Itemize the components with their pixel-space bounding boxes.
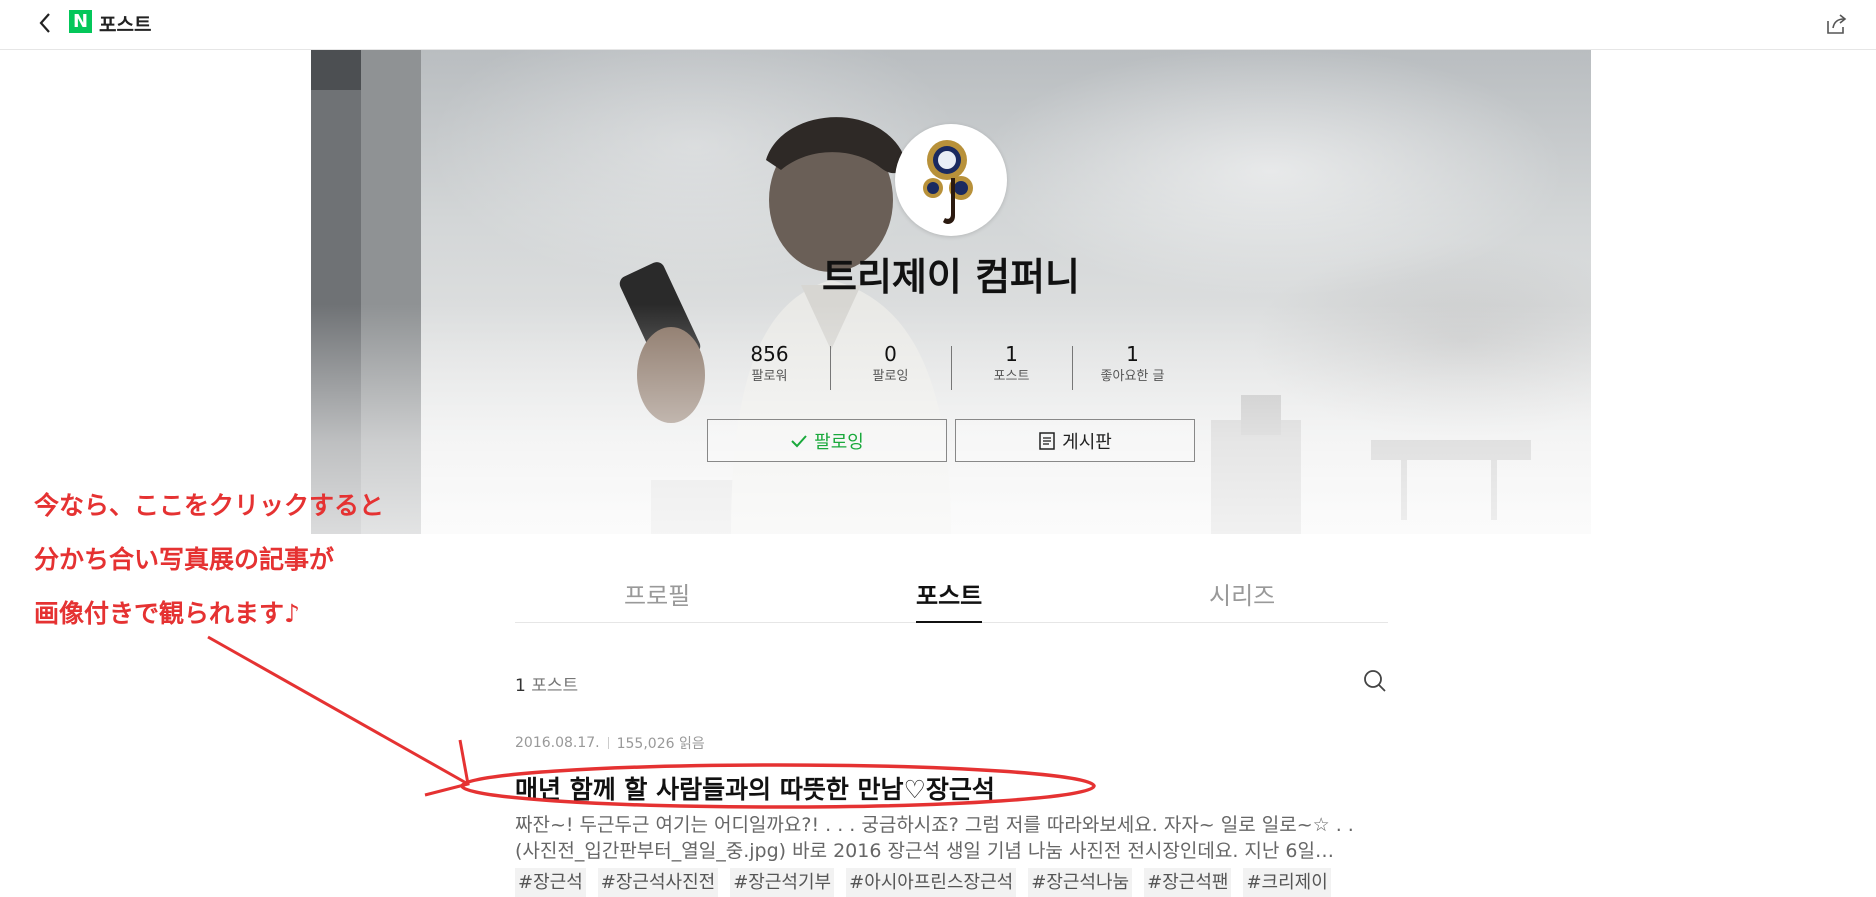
- tag-chip[interactable]: #크리제이: [1243, 868, 1331, 897]
- channel-stats: 856 팔로워 0 팔로잉 1 포스트 1 좋아요한 글: [709, 342, 1193, 392]
- top-bar: N 포스트: [0, 0, 1876, 50]
- channel-cover: 트리제이 컴퍼니 856 팔로워 0 팔로잉 1 포스트 1 좋아요한 글 팔로…: [311, 50, 1591, 534]
- channel-name: 트리제이 컴퍼니: [822, 255, 1080, 299]
- tag-chip[interactable]: #아시아프린스장근석: [846, 868, 1017, 897]
- channel-logo-icon: [923, 140, 973, 224]
- post-excerpt-line: 짜잔~! 두근두근 여기는 어디일까요?! . . . 궁금하시죠? 그럼 저를…: [515, 814, 1354, 836]
- post-meta: 2016.08.17. 155,026 읽음: [515, 733, 705, 753]
- post-excerpt[interactable]: 짜잔~! 두근두근 여기는 어디일까요?! . . . 궁금하시죠? 그럼 저를…: [515, 812, 1395, 864]
- channel-avatar[interactable]: [895, 124, 1007, 236]
- stat-label: 포스트: [993, 369, 1030, 384]
- post-date: 2016.08.17.: [515, 735, 600, 751]
- stat-value: 856: [750, 342, 789, 366]
- post-title[interactable]: 매년 함께 할 사람들과의 따뜻한 만남♡장근석: [515, 770, 995, 806]
- post-count-label: 포스트: [531, 676, 579, 696]
- board-button[interactable]: 게시판: [955, 419, 1195, 462]
- post-excerpt-line: (사진전_입간판부터_열일_중.jpg) 바로 2016 장근석 생일 기념 나…: [515, 840, 1334, 862]
- following-button[interactable]: 팔로잉: [707, 419, 947, 462]
- annotation-arrow: [207, 635, 469, 786]
- annotation-arrow-head: [424, 739, 470, 797]
- stat-value: 0: [884, 342, 897, 366]
- tag-chip[interactable]: #장근석기부: [730, 868, 835, 897]
- tag-chip[interactable]: #장근석팬: [1144, 868, 1232, 897]
- stat-label: 팔로잉: [872, 369, 909, 384]
- stat-value: 1: [1005, 342, 1018, 366]
- tag-chip[interactable]: #장근석나눔: [1028, 868, 1133, 897]
- channel-tabs: 프로필 포스트 시리즈: [515, 578, 1388, 623]
- annotation-line: 画像付きで観られます♪: [34, 599, 300, 628]
- annotation-line: 分かち合い写真展の記事が: [34, 545, 335, 574]
- stat-value: 1: [1126, 342, 1139, 366]
- tag-chip[interactable]: #장근석사진전: [597, 868, 719, 897]
- cover-fade: [311, 304, 1591, 534]
- tab-profile[interactable]: 프로필: [624, 578, 690, 621]
- stat-posts[interactable]: 1 포스트: [951, 342, 1072, 392]
- post-tags: #장근석 #장근석사진전 #장근석기부 #아시아프린스장근석 #장근석나눔 #장…: [515, 868, 1331, 897]
- naver-logo[interactable]: N: [69, 10, 92, 33]
- app-title[interactable]: 포스트: [99, 10, 151, 37]
- back-icon[interactable]: [30, 8, 60, 38]
- tab-posts[interactable]: 포스트: [916, 578, 983, 623]
- meta-divider: [607, 737, 609, 749]
- stat-label: 팔로워: [751, 369, 788, 384]
- post-count: 1 포스트: [515, 671, 578, 696]
- following-button-label: 팔로잉: [814, 431, 864, 453]
- post-reads: 155,026 읽음: [616, 736, 705, 752]
- share-icon[interactable]: [1822, 10, 1850, 38]
- stat-label: 좋아요한 글: [1100, 369, 1165, 384]
- annotation-line: 今なら、ここをクリックすると: [34, 491, 385, 520]
- stat-liked[interactable]: 1 좋아요한 글: [1072, 342, 1193, 392]
- check-icon: [791, 434, 807, 447]
- post-count-number: 1: [515, 676, 526, 696]
- tab-series[interactable]: 시리즈: [1209, 578, 1275, 621]
- stat-followers[interactable]: 856 팔로워: [709, 342, 830, 392]
- board-button-label: 게시판: [1062, 431, 1112, 453]
- tag-chip[interactable]: #장근석: [515, 868, 586, 897]
- search-icon[interactable]: [1362, 668, 1388, 694]
- stat-following[interactable]: 0 팔로잉: [830, 342, 951, 392]
- board-icon: [1039, 431, 1055, 450]
